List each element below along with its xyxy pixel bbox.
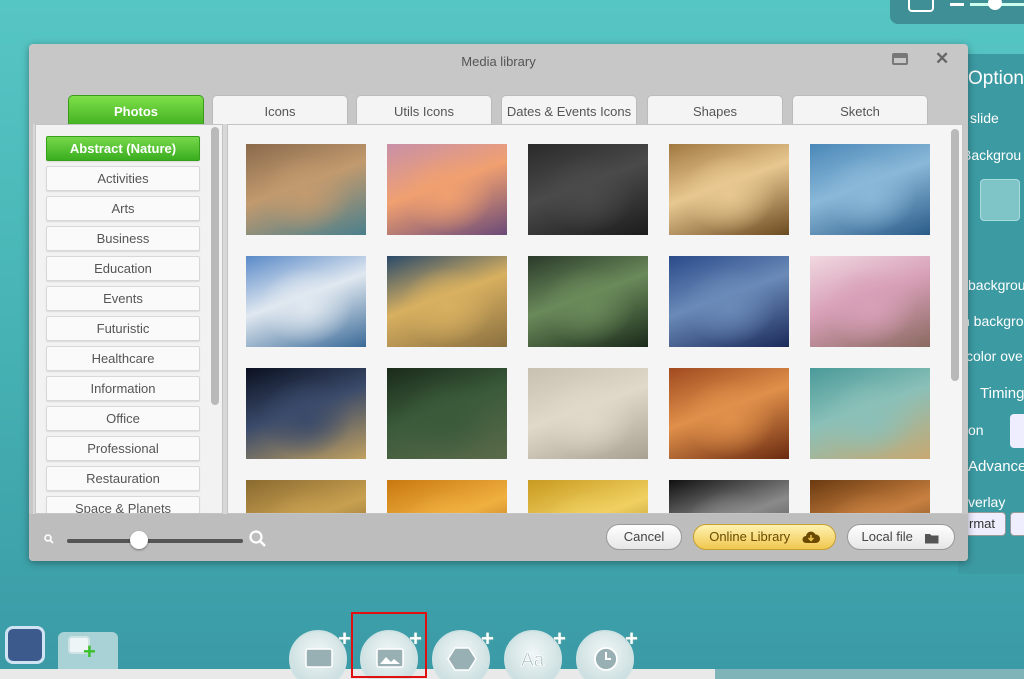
category-office[interactable]: Office [46,406,200,431]
online-library-label: Online Library [709,529,791,544]
category-information[interactable]: Information [46,376,200,401]
category-professional[interactable]: Professional [46,436,200,461]
hexagon-icon [447,647,477,671]
thumbnail-aerial-coast[interactable] [810,368,930,459]
tab-sketch[interactable]: Sketch [792,95,928,127]
minimize-icon[interactable] [892,53,908,65]
add-timer-button[interactable]: + [576,626,638,679]
option-background: Backgrou [962,147,1022,163]
add-slide-button[interactable]: + [58,632,118,669]
thumbnail-cherry-blossom[interactable] [810,256,930,347]
option-background-2: backgrou [968,277,1024,293]
thumbnail-earth-night-lights[interactable] [246,368,366,459]
option-color-overlay: color ove [966,348,1023,364]
category-activities[interactable]: Activities [46,166,200,191]
thumbnail-sunrise-mist-field[interactable] [387,256,507,347]
category-scrollbar[interactable] [211,127,219,405]
plus-icon: + [83,639,96,664]
thumbnail-red-rock-waves[interactable] [669,368,789,459]
svg-text:Aa: Aa [521,650,545,670]
thumbnail-blue-ice-crystals[interactable] [810,144,930,235]
thumbnail-size-slider[interactable] [67,539,243,543]
thumbnail-sand-ripples[interactable] [528,368,648,459]
option-slide: slide [970,110,999,126]
add-text-box-button[interactable]: + [289,626,351,679]
add-plus-icon: + [553,626,566,651]
thumbnail-green-cliff-forest[interactable] [387,368,507,459]
add-shape-button[interactable]: + [432,626,494,679]
tab-icons[interactable]: Icons [212,95,348,127]
zoom-large-icon [249,530,266,547]
library-content: Abstract (Nature) Activities Arts Busine… [33,124,963,514]
category-business[interactable]: Business [46,226,200,251]
category-list: Abstract (Nature) Activities Arts Busine… [35,124,223,514]
zoom-slider-handle[interactable] [988,0,1002,10]
cancel-button[interactable]: Cancel [606,524,682,550]
media-library-dialog: Media library ✕ Photos Icons Utils Icons… [29,44,968,561]
thumbnail-lake-island-sunset[interactable] [387,144,507,235]
image-grid [227,124,963,514]
dialog-title: Media library [461,54,536,69]
tab-dates-events-icons[interactable]: Dates & Events Icons [501,95,637,127]
local-file-button[interactable]: Local file [847,524,955,550]
camera-icon[interactable] [908,0,934,12]
category-futuristic[interactable]: Futuristic [46,316,200,341]
cancel-label: Cancel [623,529,665,544]
thumbnail-golden-field[interactable] [246,480,366,513]
thumbnail-size-handle[interactable] [130,531,148,549]
close-icon[interactable]: ✕ [935,49,949,69]
slide-thumbnail[interactable] [5,626,45,664]
add-plus-icon: + [625,626,638,651]
add-text-button[interactable]: Aa + [504,626,566,679]
tab-utils-icons[interactable]: Utils Icons [356,95,492,127]
add-plus-icon: + [338,626,351,651]
thumbnail-green-leaf-drops[interactable] [528,256,648,347]
thumbnail-light-streaks[interactable] [669,144,789,235]
option-timing: Timing [980,385,1024,402]
zoom-out-icon[interactable] [950,3,964,6]
rectangle-icon [305,648,333,668]
highlight-box [351,612,427,678]
cloud-download-icon [802,531,820,544]
options-title: Option [968,68,1024,89]
text-icon: Aa [521,650,545,670]
category-space-planets[interactable]: Space & Planets [46,496,200,513]
dock-bar-right [715,669,1024,679]
format-button-2[interactable] [1010,512,1024,536]
option-background-3: n backgrou [962,313,1024,329]
category-restauration[interactable]: Restauration [46,466,200,491]
thumbnail-orange-glow[interactable] [387,480,507,513]
tab-shapes[interactable]: Shapes [647,95,783,127]
tab-photos[interactable]: Photos [68,95,204,127]
folder-icon [925,533,939,544]
background-swatch[interactable] [980,179,1020,221]
add-plus-icon: + [481,626,494,651]
category-events[interactable]: Events [46,286,200,311]
thumbnail-blue-mountain-layers[interactable] [669,256,789,347]
thumbnail-dark-rain-forest[interactable] [528,144,648,235]
thumbnail-canyon-river-bend[interactable] [246,144,366,235]
category-education[interactable]: Education [46,256,200,281]
dialog-footer: Cancel Online Library Local file [29,514,968,561]
top-toolbar [890,0,1024,24]
online-library-button[interactable]: Online Library [693,524,836,550]
category-abstract-nature[interactable]: Abstract (Nature) [46,136,200,161]
thumbnail-dark-water-drops[interactable] [669,480,789,513]
local-file-label: Local file [861,529,913,544]
thumbnail-autumn-leaves[interactable] [810,480,930,513]
option-overlay: verlay [968,494,1006,510]
grid-scrollbar[interactable] [951,129,959,381]
thumbnail-yellow-flowers[interactable] [528,480,648,513]
category-healthcare[interactable]: Healthcare [46,346,200,371]
duration-field[interactable] [1010,414,1024,448]
zoom-small-icon [44,534,54,544]
category-arts[interactable]: Arts [46,196,200,221]
thumbnail-mountain-lake[interactable] [246,256,366,347]
option-advanced: Advance [968,458,1024,475]
clock-icon [594,647,618,671]
